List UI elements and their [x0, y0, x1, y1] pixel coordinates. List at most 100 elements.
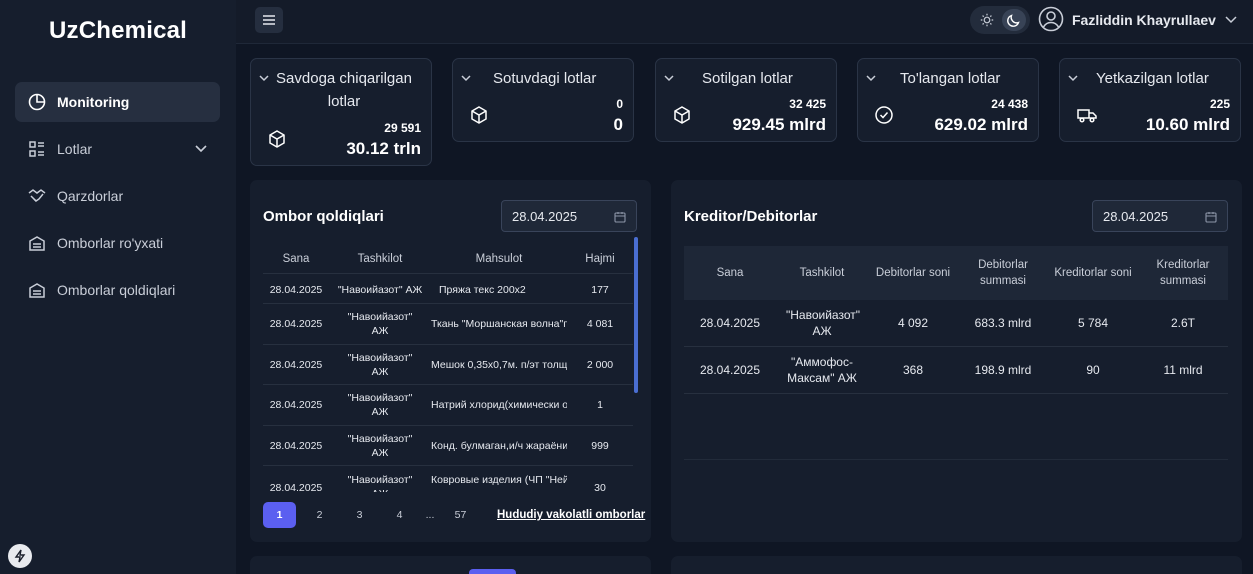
creditors-title: Kreditor/Debitorlar	[684, 208, 818, 225]
list-icon	[27, 139, 47, 159]
cell-volume: 1	[597, 399, 603, 411]
cell-volume: 999	[591, 439, 609, 452]
table-row[interactable]: 28.04.2025 "Навоийазот" АЖ Натрий хлорид…	[263, 385, 633, 426]
col-header: Sana	[716, 267, 744, 279]
cell-volume: 2 000	[586, 358, 614, 371]
box-icon	[267, 129, 287, 154]
stat-count: 29 591	[384, 121, 421, 135]
stat-card-title: Sotilgan lotlar	[702, 70, 793, 87]
cell-product: Пряжа текс 200х2	[439, 283, 526, 296]
col-header: Mahsulot	[475, 252, 523, 265]
page-button-4[interactable]: 4	[383, 502, 416, 528]
stat-card-title: Sotuvdagi lotlar	[493, 70, 597, 87]
date-value: 28.04.2025	[1103, 208, 1169, 224]
cell-org: "Навоийазот" АЖ	[347, 432, 413, 459]
stat-count: 24 438	[991, 97, 1028, 111]
user-circle-icon	[1038, 6, 1064, 35]
table-row[interactable]: 28.04.2025 "Навоийазот" АЖ Конд. булмага…	[263, 426, 633, 466]
bolt-icon[interactable]	[8, 544, 32, 568]
cell-org: "Навоийазот" АЖ	[786, 308, 860, 338]
check-circle-icon	[874, 105, 894, 130]
sidebar-item-monitoring[interactable]: Monitoring	[15, 82, 220, 122]
chevron-down-icon[interactable]	[865, 71, 877, 89]
table-row[interactable]: 28.04.2025 "Навоийазот" АЖ 4 092 683.3 m…	[684, 300, 1228, 347]
cell-deb-count: 368	[902, 363, 924, 377]
table-row[interactable]: 28.04.2025 "Навоийазот" АЖ Мешок 0,35х0,…	[263, 345, 633, 385]
chevron-down-icon[interactable]	[1067, 71, 1079, 89]
page-button-57[interactable]: 57	[444, 502, 477, 528]
stat-card-sotilgan[interactable]: Sotilgan lotlar 32 425 929.45 mlrd	[655, 58, 837, 142]
stat-card-yetkazilgan[interactable]: Yetkazilgan lotlar 225 10.60 mlrd	[1059, 58, 1241, 142]
col-header: Kreditorlar summasi	[1156, 259, 1210, 287]
stat-card-savdoga[interactable]: Savdoga chiqarilgan lotlar 29 591 30.12 …	[250, 58, 432, 166]
sun-icon[interactable]	[975, 9, 999, 31]
sidebar-item-label: Qarzdorlar	[57, 188, 124, 204]
stat-card-title: To'langan lotlar	[900, 70, 1001, 87]
page-button-1[interactable]: 1	[263, 502, 296, 528]
regional-warehouses-link[interactable]: Hududiy vakolatli omborlar	[497, 509, 645, 521]
calendar-icon	[1205, 211, 1217, 226]
col-header: Tashkilot	[799, 267, 845, 279]
table-scrollbar[interactable]	[634, 237, 638, 393]
bottom-button[interactable]	[469, 569, 516, 574]
sidebar-item-omborlar-qoldiqlari[interactable]: Omborlar qoldiqlari	[15, 270, 220, 310]
cell-cred-sum: 11 mlrd	[1163, 363, 1203, 377]
top-header: Fazliddin Khayrullaev	[236, 0, 1253, 44]
box-icon	[469, 105, 489, 130]
cell-cred-count: 5 784	[1077, 316, 1109, 330]
table-row[interactable]: 28.04.2025 "Навоийазот" АЖ Пряжа текс 20…	[263, 276, 633, 304]
sidebar-item-label: Monitoring	[57, 94, 130, 110]
theme-toggle[interactable]	[970, 6, 1030, 34]
warehouse-icon	[27, 280, 47, 300]
app-logo[interactable]: UzChemical	[49, 17, 187, 45]
cell-date: 28.04.2025	[269, 399, 323, 411]
chevron-down-icon	[194, 141, 208, 158]
warehouse-date-input[interactable]: 28.04.2025	[501, 200, 637, 232]
stat-card-sotuvdagi[interactable]: Sotuvdagi lotlar 0 0	[452, 58, 634, 142]
table-row[interactable]: 28.04.2025 "Навоийазот" АЖ Ковровые изде…	[263, 466, 633, 492]
cell-volume: 30	[594, 482, 606, 492]
chevron-down-icon[interactable]	[460, 71, 472, 89]
col-header: Debitorlar soni	[875, 267, 951, 279]
sidebar-item-qarzdorlar[interactable]: Qarzdorlar	[15, 176, 220, 216]
page-button-2[interactable]: 2	[303, 502, 336, 528]
cell-deb-sum: 683.3 mlrd	[974, 316, 1032, 330]
cell-date: 28.04.2025	[269, 439, 323, 452]
stat-card-tolangan[interactable]: To'langan lotlar 24 438 629.02 mlrd	[857, 58, 1039, 142]
cell-product: Конд. булмаган,и/ч жараёнида ҳ...	[431, 439, 567, 452]
hamburger-icon[interactable]	[255, 7, 283, 33]
moon-icon[interactable]	[1001, 9, 1026, 31]
box-icon	[672, 105, 692, 130]
user-name: Fazliddin Khayrullaev	[1072, 12, 1216, 28]
cell-date: 28.04.2025	[269, 283, 323, 296]
cell-product: Ткань "Моршанская волна"плед...	[431, 318, 567, 330]
bottom-panel-right	[671, 556, 1242, 574]
bottom-panel-left	[250, 556, 651, 574]
sidebar-item-label: Lotlar	[57, 141, 93, 157]
cell-product: Ковровые изделия (ЧП "Нейтрон...	[431, 474, 567, 486]
date-value: 28.04.2025	[512, 208, 578, 224]
cell-date: 28.04.2025	[269, 358, 323, 371]
table-row[interactable]: 28.04.2025 "Аммофос-Максам" АЖ 368 198.9…	[684, 347, 1228, 394]
cell-deb-sum: 198.9 mlrd	[974, 363, 1032, 377]
table-row[interactable]: 28.04.2025 "Навоийазот" АЖ Ткань "Моршан…	[263, 304, 633, 345]
chevron-down-icon[interactable]	[663, 71, 675, 89]
creditors-date-input[interactable]: 28.04.2025	[1092, 200, 1228, 232]
cell-date: 28.04.2025	[269, 482, 323, 492]
page-ellipsis: ...	[425, 509, 435, 521]
pie-chart-icon	[27, 92, 47, 112]
cell-product: Натрий хлорид(химически очищ...	[431, 399, 567, 411]
stat-amount: 629.02 mlrd	[934, 115, 1028, 134]
sidebar-item-lotlar[interactable]: Lotlar	[15, 129, 220, 169]
col-header: Debitorlar summasi	[978, 259, 1028, 287]
cell-product: Мешок 0,35х0,7м. п/эт толщина ...	[431, 358, 567, 371]
truck-icon	[1076, 105, 1098, 130]
pagination: 1 2 3 4 ... 57	[263, 502, 484, 528]
page-button-3[interactable]: 3	[343, 502, 376, 528]
sidebar-item-omborlar-royxati[interactable]: Omborlar ro'yxati	[15, 223, 220, 263]
cell-org: "Навоийазот" АЖ	[337, 283, 423, 296]
chevron-down-icon	[1224, 12, 1238, 29]
cell-org: "Навоийазот" АЖ	[347, 311, 413, 337]
user-menu[interactable]: Fazliddin Khayrullaev	[1038, 6, 1238, 34]
cell-volume: 4 081	[586, 318, 614, 330]
